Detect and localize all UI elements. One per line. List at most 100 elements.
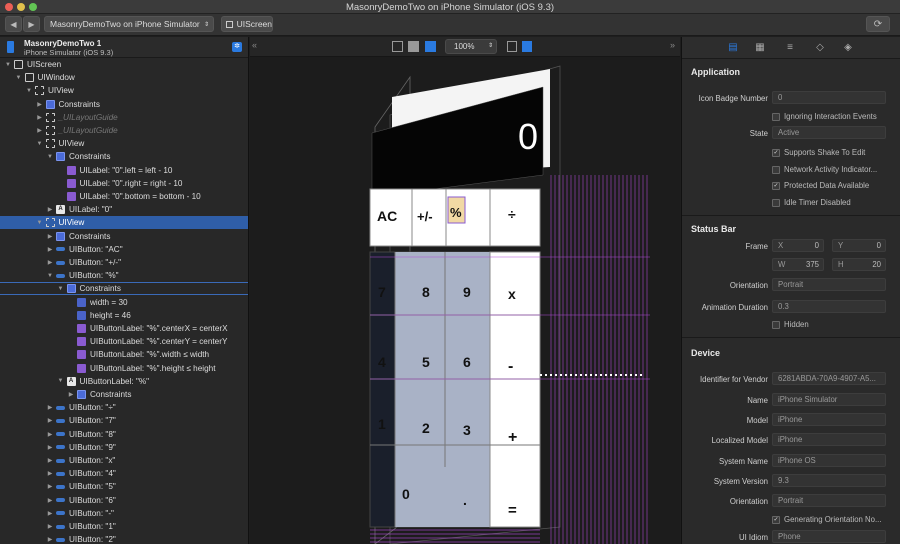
layers-tab-icon[interactable]: ◈ [842,42,854,54]
collapse-right-icon[interactable]: » [670,40,675,50]
generating-orientation-checkbox[interactable]: ✓ Generating Orientation No... [772,515,882,524]
wireframe-contents-icon[interactable] [425,41,436,52]
frame-w-field[interactable]: W 375 [772,258,824,271]
key-1[interactable]: 1 [378,416,386,432]
key-percent[interactable]: % [450,205,462,220]
scheme-selector[interactable]: MasonryDemoTwo on iPhone Simulator ⇕ [44,16,214,32]
clipping-icon[interactable] [522,41,532,52]
constraints-toggle-icon[interactable] [507,41,517,52]
tree-row[interactable]: ▶ UIButton: "+/-" [0,256,248,269]
tree-row[interactable]: ▼ Constraints [0,150,248,163]
disclosure-open-icon[interactable]: ▼ [25,88,33,94]
hidden-checkbox[interactable]: Hidden [772,320,809,329]
zoom-select[interactable]: 100% ⇕ [445,39,497,54]
disclosure-closed-icon[interactable]: ▶ [46,404,54,411]
tree-row[interactable]: ▼ UIButton: "%" [0,269,248,282]
key-9[interactable]: 9 [463,284,471,300]
localized-model-field[interactable]: iPhone [772,433,886,446]
tree-row[interactable]: ▶ Constraints [0,98,248,111]
key-dot[interactable]: . [463,492,467,508]
tree-row[interactable]: ▶ UIButton: "5" [0,480,248,493]
process-header[interactable]: MasonryDemoTwo 1 iPhone Simulator (iOS 9… [0,37,248,58]
tree-row[interactable]: ▼ UIWindow [0,71,248,84]
tree-row[interactable]: ▶ UIButton: "-" [0,507,248,520]
disclosure-open-icon[interactable]: ▼ [4,62,12,68]
tree-row[interactable]: UIButtonLabel: "%".centerX = centerX [0,322,248,335]
tree-row[interactable]: UIButtonLabel: "%".width ≤ width [0,348,248,361]
disclosure-closed-icon[interactable]: ▶ [36,127,44,134]
forward-button[interactable]: ▶ [23,16,40,32]
tree-row[interactable]: UILabel: "0".right = right - 10 [0,177,248,190]
key-plus[interactable]: + [508,429,517,446]
disclosure-closed-icon[interactable]: ▶ [46,536,54,543]
key-2[interactable]: 2 [422,420,430,436]
disclosure-closed-icon[interactable]: ▶ [46,246,54,253]
orientation-field[interactable]: Portrait [772,278,886,291]
key-3[interactable]: 3 [463,422,471,438]
disclosure-closed-icon[interactable]: ▶ [46,457,54,464]
key-8[interactable]: 8 [422,284,430,300]
tree-row[interactable]: ▼ A UIButtonLabel: "%" [0,375,248,388]
key-5[interactable]: 5 [422,354,430,370]
tree-row[interactable]: ▶ UIButton: "9" [0,441,248,454]
model-field[interactable]: iPhone [772,413,886,426]
disclosure-closed-icon[interactable]: ▶ [36,101,44,108]
ruler-tab-icon[interactable]: ◇ [814,42,826,54]
tree-row[interactable]: ▼ UIView [0,216,248,230]
disclosure-closed-icon[interactable]: ▶ [46,483,54,490]
key-equals[interactable]: = [508,502,517,519]
key-7[interactable]: 7 [378,284,386,300]
breadcrumb[interactable]: UIScreen [221,16,273,32]
key-4[interactable]: 4 [378,354,386,370]
state-field[interactable]: Active [772,126,886,139]
ui-idiom-field[interactable]: Phone [772,530,886,543]
supports-shake-checkbox[interactable]: ✓ Supports Shake To Edit [772,148,865,157]
tree-row[interactable]: ▶ UIButton: "÷" [0,401,248,414]
vendor-id-field[interactable]: 6281ABDA-70A9-4907-A5... [772,372,886,385]
back-button[interactable]: ◀ [5,16,22,32]
disclosure-closed-icon[interactable]: ▶ [46,510,54,517]
tree-row[interactable]: width = 30 [0,296,248,309]
tree-row[interactable]: ▶ UIButton: "2" [0,533,248,544]
key-6[interactable]: 6 [463,354,471,370]
filter-icon[interactable]: ✲ [232,42,242,52]
contents-icon[interactable] [408,41,419,52]
device-orientation-field[interactable]: Portrait [772,494,886,507]
refresh-button[interactable]: ⟳ [866,16,890,32]
tree-row[interactable]: ▶ UIButton: "6" [0,494,248,507]
frame-y-field[interactable]: Y0 [832,239,886,252]
tree-row[interactable]: UILabel: "0".bottom = bottom - 10 [0,190,248,203]
tree-row[interactable]: ▶ UIButton: "7" [0,414,248,427]
name-field[interactable]: iPhone Simulator [772,393,886,406]
view-debugger-canvas[interactable]: « 100% ⇕ » 0 AC +/- % ÷ 7 8 9 x 4 5 6 - … [250,37,680,544]
key-divide[interactable]: ÷ [508,206,516,222]
wireframe-icon[interactable] [392,41,403,52]
disclosure-closed-icon[interactable]: ▶ [46,206,54,213]
key-ac[interactable]: AC [377,208,397,224]
key-plus-minus[interactable]: +/- [417,209,433,224]
key-multiply[interactable]: x [508,286,516,302]
tree-row[interactable]: ▶ UIButton: "1" [0,520,248,533]
tree-row[interactable]: UIButtonLabel: "%".centerY = centerY [0,335,248,348]
system-version-field[interactable]: 9.3 [772,474,886,487]
frame-h-field[interactable]: H 20 [832,258,886,271]
tree-row[interactable]: UIButtonLabel: "%".height ≤ height [0,362,248,375]
disclosure-open-icon[interactable]: ▼ [46,273,54,279]
disclosure-closed-icon[interactable]: ▶ [46,417,54,424]
icon-badge-field[interactable]: 0 [772,91,886,104]
disclosure-open-icon[interactable]: ▼ [36,141,44,147]
disclosure-open-icon[interactable]: ▼ [57,378,65,384]
tree-row[interactable]: ▼ UIView [0,137,248,150]
tree-row[interactable]: ▼ UIView [0,84,248,97]
tree-row[interactable]: ▶ UIButton: "x" [0,454,248,467]
disclosure-closed-icon[interactable]: ▶ [46,497,54,504]
attributes-inspector-tab-icon[interactable]: ≡ [784,42,796,54]
tree-row[interactable]: ▼ Constraints [0,282,248,296]
size-inspector-tab-icon[interactable]: ▦ [754,42,766,54]
tree-row[interactable]: ▶ UIButton: "4" [0,467,248,480]
tree-row[interactable]: height = 46 [0,309,248,322]
animation-duration-field[interactable]: 0.3 [772,300,886,313]
tree-row[interactable]: UILabel: "0".left = left - 10 [0,164,248,177]
disclosure-open-icon[interactable]: ▼ [15,75,23,81]
tree-row[interactable]: ▶ _UILayoutGuide [0,124,248,137]
